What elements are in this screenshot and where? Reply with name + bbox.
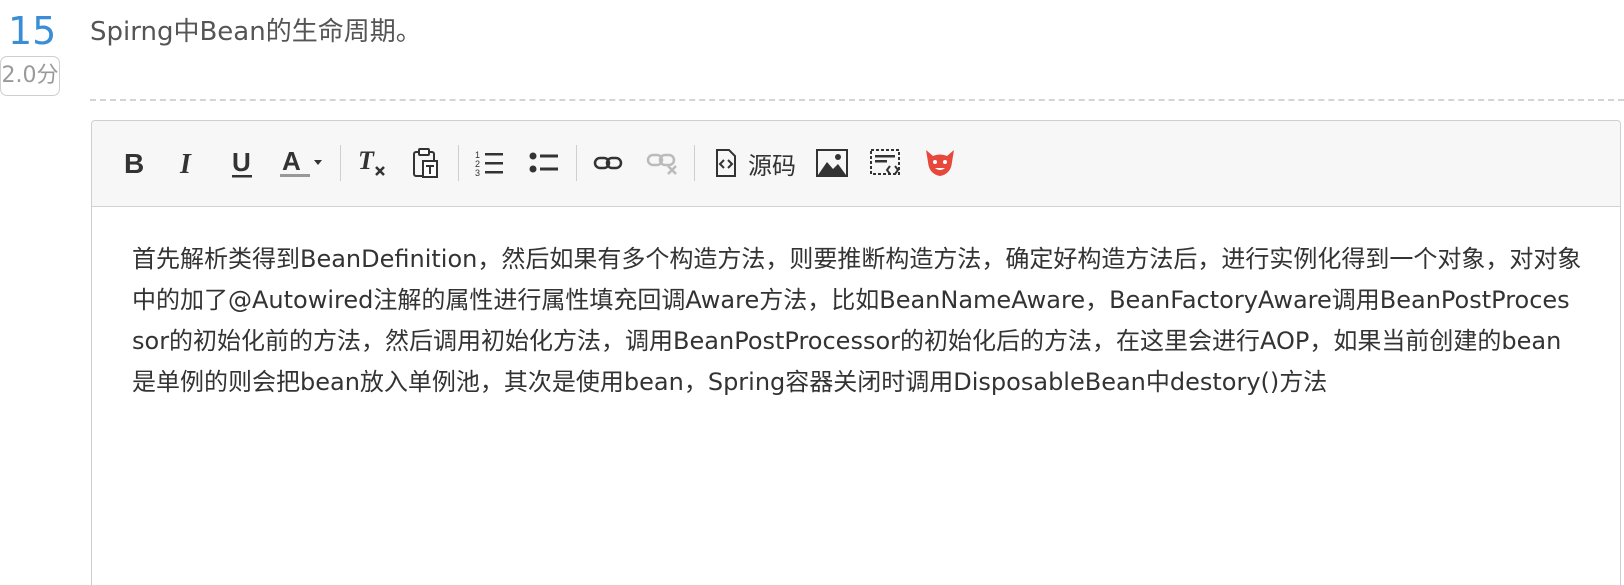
emoji-button[interactable] — [922, 139, 958, 187]
toolbar-separator — [694, 145, 695, 181]
clear-format-icon: T — [358, 147, 385, 176]
svg-text:3: 3 — [475, 168, 480, 177]
paste-text-button[interactable] — [408, 139, 444, 187]
link-button[interactable] — [590, 139, 626, 187]
divider — [90, 99, 1624, 101]
underline-button[interactable]: U — [224, 139, 260, 187]
unordered-list-icon — [529, 152, 558, 173]
image-icon — [816, 149, 848, 177]
question-score-badge: 2.0分 — [0, 56, 60, 96]
clear-format-button[interactable]: T — [354, 139, 390, 187]
bold-button[interactable]: B — [116, 139, 152, 187]
svg-text:B: B — [124, 149, 144, 177]
link-icon — [593, 156, 623, 170]
bold-icon: B — [124, 149, 144, 177]
ordered-list-icon: 1 2 3 — [475, 150, 503, 177]
insert-image-button[interactable] — [814, 139, 850, 187]
unlink-button[interactable] — [644, 139, 680, 187]
italic-icon: I — [179, 149, 192, 177]
unordered-list-button[interactable] — [526, 139, 562, 187]
answer-text-area[interactable]: 首先解析类得到BeanDefinition，然后如果有多个构造方法，则要推断构造… — [132, 239, 1582, 403]
paste-text-icon — [413, 148, 438, 178]
toolbar-separator — [576, 145, 577, 181]
toolbar-separator — [458, 145, 459, 181]
ordered-list-button[interactable]: 1 2 3 — [472, 139, 508, 187]
italic-button[interactable]: I — [170, 139, 206, 187]
font-color-button[interactable]: A — [278, 139, 328, 187]
svg-text:U: U — [232, 147, 251, 177]
unlink-icon — [646, 153, 677, 175]
svg-text:A: A — [282, 146, 301, 176]
code-block-icon — [870, 149, 900, 175]
emoji-icon — [926, 150, 954, 176]
rich-text-editor: B I U A T 1 2 3 源码 首先解析类得到BeanDefinition… — [91, 120, 1621, 585]
question-title: Spirng中Bean的生命周期。 — [90, 17, 422, 47]
editor-toolbar: B I U A T 1 2 3 源码 — [92, 121, 1620, 207]
underline-icon: U — [232, 147, 252, 178]
font-color-icon: A — [280, 146, 322, 177]
toolbar-separator — [340, 145, 341, 181]
svg-text:I: I — [179, 149, 192, 177]
source-code-label: 源码 — [748, 151, 796, 180]
question-number: 15 — [8, 9, 57, 53]
source-code-button[interactable]: 源码 — [710, 139, 800, 187]
code-block-button[interactable] — [868, 139, 904, 187]
question-block: 15 2.0分 Spirng中Bean的生命周期。 B I U A T 1 2 … — [0, 0, 1624, 585]
svg-text:T: T — [358, 147, 375, 175]
source-code-icon — [716, 149, 736, 177]
